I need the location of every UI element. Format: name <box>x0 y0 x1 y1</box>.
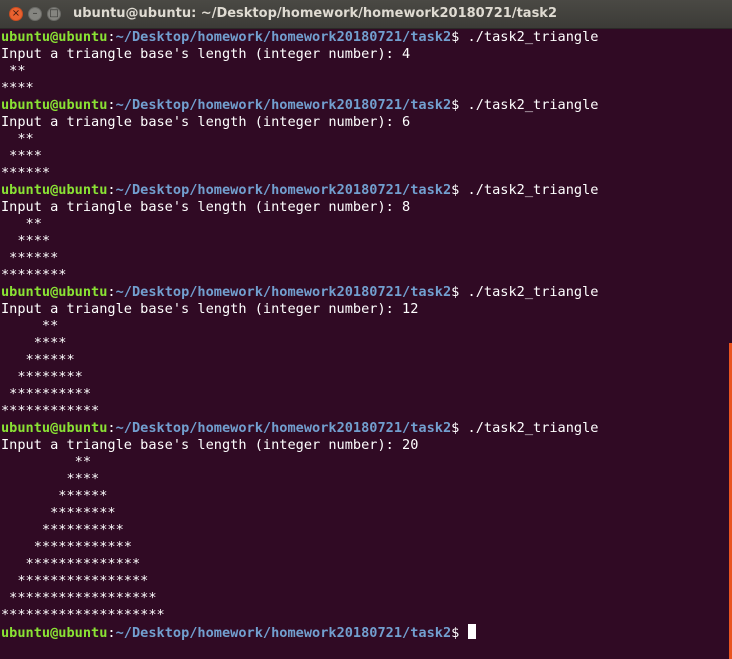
prompt-user: ubuntu@ubuntu <box>1 625 108 641</box>
prompt-path: ~/Desktop/homework/homework20180721/task… <box>115 182 452 198</box>
output-line: ************ <box>1 539 132 555</box>
prompt-user: ubuntu@ubuntu <box>1 29 108 45</box>
close-icon: × <box>11 8 21 19</box>
output-line: **** <box>1 80 34 96</box>
maximize-icon: □ <box>49 8 59 19</box>
prompt-line: ubuntu@ubuntu:~/Desktop/homework/homewor… <box>1 97 599 113</box>
prompt-line: ubuntu@ubuntu:~/Desktop/homework/homewor… <box>1 420 599 436</box>
minimize-button[interactable]: – <box>28 7 42 21</box>
terminal-output[interactable]: ubuntu@ubuntu:~/Desktop/homework/homewor… <box>0 29 732 659</box>
prompt-path: ~/Desktop/homework/homework20180721/task… <box>115 420 452 436</box>
prompt-path: ~/Desktop/homework/homework20180721/task… <box>115 97 452 113</box>
prompt-line: ubuntu@ubuntu:~/Desktop/homework/homewor… <box>1 29 599 45</box>
prompt-user: ubuntu@ubuntu <box>1 182 108 198</box>
output-line: Input a triangle base's length (integer … <box>1 114 411 130</box>
output-line: ** <box>1 63 26 79</box>
output-line: ** <box>1 216 42 232</box>
maximize-button[interactable]: □ <box>47 7 61 21</box>
output-line: ****************** <box>1 590 157 606</box>
minimize-icon: – <box>32 8 38 19</box>
prompt-path: ~/Desktop/homework/homework20180721/task… <box>115 29 452 45</box>
prompt-line: ubuntu@ubuntu:~/Desktop/homework/homewor… <box>1 182 599 198</box>
output-line: ****** <box>1 250 59 266</box>
command-text: ./task2_triangle <box>467 97 599 113</box>
prompt-path: ~/Desktop/homework/homework20180721/task… <box>115 284 452 300</box>
terminal-cursor <box>467 624 476 639</box>
command-text: ./task2_triangle <box>467 420 599 436</box>
output-line: Input a triangle base's length (integer … <box>1 437 419 453</box>
command-text: ./task2_triangle <box>467 182 599 198</box>
command-text: ./task2_triangle <box>467 284 599 300</box>
output-line: **************** <box>1 573 149 589</box>
current-prompt-line[interactable]: ubuntu@ubuntu:~/Desktop/homework/homewor… <box>1 624 732 641</box>
output-line: ************ <box>1 403 100 419</box>
output-line: ******** <box>1 505 116 521</box>
output-line: ******** <box>1 369 83 385</box>
output-line: Input a triangle base's length (integer … <box>1 301 419 317</box>
command-text: ./task2_triangle <box>467 29 599 45</box>
output-line: ********** <box>1 522 124 538</box>
window-title: ubuntu@ubuntu: ~/Desktop/homework/homewo… <box>73 6 558 21</box>
close-button[interactable]: × <box>9 7 23 21</box>
output-line: Input a triangle base's length (integer … <box>1 199 411 215</box>
output-line: **** <box>1 471 100 487</box>
prompt-user: ubuntu@ubuntu <box>1 420 108 436</box>
output-line: ******************** <box>1 607 165 623</box>
output-line: Input a triangle base's length (integer … <box>1 46 411 62</box>
prompt-line: ubuntu@ubuntu:~/Desktop/homework/homewor… <box>1 284 599 300</box>
output-line: ** <box>1 318 59 334</box>
output-line: ************** <box>1 556 141 572</box>
prompt-path: ~/Desktop/homework/homework20180721/task… <box>115 625 452 641</box>
output-line: ****** <box>1 352 75 368</box>
title-bar: × – □ ubuntu@ubuntu: ~/Desktop/homework/… <box>0 0 732 29</box>
output-line: ******** <box>1 267 67 283</box>
output-line: **** <box>1 335 67 351</box>
output-line: ****** <box>1 488 108 504</box>
output-line: ** <box>1 454 92 470</box>
output-line: ****** <box>1 165 51 181</box>
output-line: ********** <box>1 386 92 402</box>
prompt-user: ubuntu@ubuntu <box>1 284 108 300</box>
output-line: **** <box>1 233 51 249</box>
output-line: **** <box>1 148 42 164</box>
prompt-user: ubuntu@ubuntu <box>1 97 108 113</box>
output-line: ** <box>1 131 34 147</box>
